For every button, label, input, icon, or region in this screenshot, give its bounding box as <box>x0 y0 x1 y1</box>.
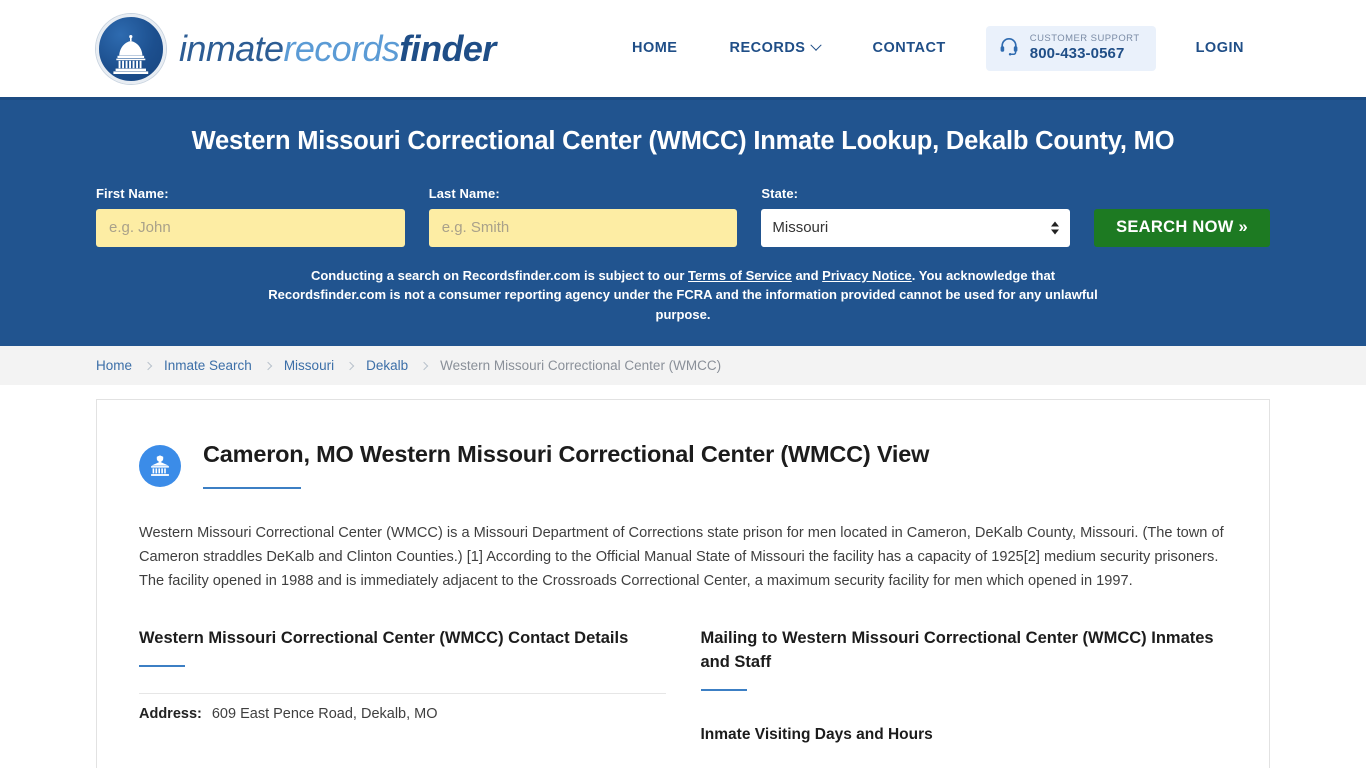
state-select[interactable]: Missouri <box>761 208 1071 247</box>
address-value: 609 East Pence Road, Dekalb, MO <box>211 705 438 722</box>
hero-search-band: Western Missouri Correctional Center (WM… <box>0 97 1366 347</box>
mailing-heading: Mailing to Western Missouri Correctional… <box>700 628 1214 671</box>
contact-details-column: Western Missouri Correctional Center (WM… <box>139 627 666 744</box>
address-label: Address: <box>139 705 202 722</box>
first-name-input[interactable] <box>96 208 405 247</box>
support-text: CUSTOMER SUPPORT 800-433-0567 <box>1029 33 1140 63</box>
breadcrumb-item-home[interactable]: Home <box>96 358 132 373</box>
address-row: Address: 609 East Pence Road, Dekalb, MO <box>139 706 666 722</box>
last-name-input[interactable] <box>428 208 738 247</box>
contact-details-accent-rule <box>139 664 185 667</box>
card-header-text: Cameron, MO Western Missouri Correctiona… <box>203 440 930 490</box>
first-name-field-group: First Name: <box>96 186 405 247</box>
capitol-dome-icon <box>96 13 166 84</box>
title-accent-rule <box>203 487 301 490</box>
nav-records-label: RECORDS <box>729 40 806 57</box>
contact-details-heading: Western Missouri Correctional Center (WM… <box>139 628 629 647</box>
headset-icon <box>999 36 1019 61</box>
nav-login-label: LOGIN <box>1195 40 1244 57</box>
state-label: State: <box>761 185 799 201</box>
site-logo[interactable]: inmaterecordsfinder <box>96 13 496 84</box>
nav-login[interactable]: LOGIN <box>1170 40 1270 56</box>
support-phone: 800-433-0567 <box>1029 45 1125 63</box>
nav-contact[interactable]: CONTACT <box>846 40 971 56</box>
breadcrumb-separator-icon <box>143 361 153 370</box>
main-navigation: HOME RECORDS CONTACT CUSTOMER SUPPORT 80… <box>606 26 1270 71</box>
inmate-search-form: First Name: Last Name: State: Missouri S… <box>96 185 1271 247</box>
mailing-column: Mailing to Western Missouri Correctional… <box>700 627 1228 744</box>
breadcrumb-item-inmate-search[interactable]: Inmate Search <box>164 358 252 373</box>
breadcrumb-separator-icon <box>419 361 429 370</box>
logo-word-records: records <box>283 27 400 69</box>
breadcrumb-separator-icon <box>263 361 273 370</box>
visiting-hours-heading: Inmate Visiting Days and Hours <box>700 725 933 743</box>
mailing-accent-rule <box>700 688 747 691</box>
facility-description: Western Missouri Correctional Center (WM… <box>139 525 1224 590</box>
last-name-field-group: Last Name: <box>428 185 738 247</box>
customer-support-box[interactable]: CUSTOMER SUPPORT 800-433-0567 <box>985 26 1156 71</box>
disclaimer-part-1: Conducting a search on Recordsfinder.com… <box>310 267 689 283</box>
state-select-value: Missouri <box>772 219 829 237</box>
terms-of-service-link[interactable]: Terms of Service <box>688 268 792 283</box>
last-name-label: Last Name: <box>428 185 500 201</box>
nav-home-label: HOME <box>631 40 678 57</box>
breadcrumb-item-missouri[interactable]: Missouri <box>284 358 334 373</box>
first-name-label: First Name: <box>96 185 169 201</box>
logo-word-inmate: inmate <box>179 27 284 69</box>
breadcrumb-item-dekalb[interactable]: Dekalb <box>366 358 408 373</box>
contact-details-divider <box>139 692 666 694</box>
support-label: CUSTOMER SUPPORT <box>1029 33 1140 45</box>
breadcrumb: Home Inmate Search Missouri Dekalb Weste… <box>0 346 1366 386</box>
courthouse-badge-icon <box>139 445 181 488</box>
detail-columns: Western Missouri Correctional Center (WM… <box>139 627 1227 744</box>
disclaimer-part-2: and <box>791 267 823 283</box>
hero-disclaimer: Conducting a search on Recordsfinder.com… <box>261 266 1106 325</box>
card-header: Cameron, MO Western Missouri Correctiona… <box>139 440 1227 490</box>
state-field-group: State: Missouri <box>761 185 1071 247</box>
privacy-notice-link[interactable]: Privacy Notice <box>822 268 912 283</box>
nav-records[interactable]: RECORDS <box>703 39 846 57</box>
chevron-down-icon <box>810 39 823 52</box>
breadcrumb-separator-icon <box>345 361 355 370</box>
nav-home[interactable]: HOME <box>606 40 704 56</box>
select-spinner-icon <box>1051 221 1060 235</box>
page-title: Cameron, MO Western Missouri Correctiona… <box>203 441 930 468</box>
nav-contact-label: CONTACT <box>872 40 946 57</box>
breadcrumb-item-current: Western Missouri Correctional Center (WM… <box>440 358 722 374</box>
logo-word-finder: finder <box>399 27 496 69</box>
search-now-button[interactable]: SEARCH NOW » <box>1094 208 1271 247</box>
site-header: inmaterecordsfinder HOME RECORDS CONTACT… <box>0 0 1366 97</box>
page-content-wrap: Cameron, MO Western Missouri Correctiona… <box>0 385 1366 768</box>
hero-title: Western Missouri Correctional Center (WM… <box>191 127 1175 155</box>
site-logo-wordmark: inmaterecordsfinder <box>179 27 496 69</box>
state-select-wrap: Missouri <box>761 208 1071 247</box>
facility-detail-card: Cameron, MO Western Missouri Correctiona… <box>96 399 1270 768</box>
